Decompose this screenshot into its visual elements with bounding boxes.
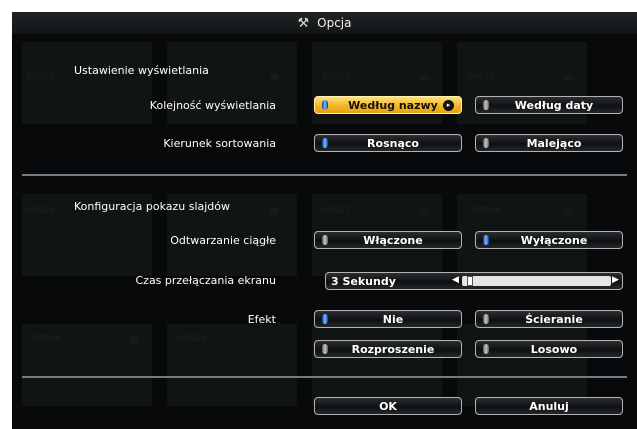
section-slideshow: Konfiguracja pokazu slajdów [74,200,231,213]
indicator-off-icon [483,344,489,354]
sort-by-name-button[interactable]: Według nazwy ▸ [314,96,462,114]
effect-none-button[interactable]: Nie [314,310,462,328]
display-order-label: Kolejność wyświetlania [149,99,276,112]
indicator-off-icon [322,235,328,245]
continuous-play-label: Odtwarzanie ciągłe [170,234,276,247]
indicator-off-icon [483,100,489,110]
divider [22,174,627,176]
title-bar: ⚒ Opcja [12,12,637,34]
divider [22,376,627,378]
ok-button[interactable]: OK [314,397,462,415]
indicator-off-icon [483,138,489,148]
repeat-off-button[interactable]: Wyłączone [475,231,623,249]
indicator-on-icon [322,100,328,110]
slider-track[interactable] [462,276,611,286]
cancel-button[interactable]: Anuluj [475,397,623,415]
indicator-off-icon [322,344,328,354]
effect-wipe-button[interactable]: Ścieranie [475,310,623,328]
slider-handle[interactable] [467,276,473,286]
arrow-left-icon[interactable]: ◀ [452,275,459,285]
indicator-on-icon [322,314,328,324]
effect-dissolve-button[interactable]: Rozproszenie [314,340,462,358]
repeat-on-button[interactable]: Włączone [314,231,462,249]
sort-direction-label: Kierunek sortowania [163,137,276,150]
options-dialog: 00013 00013 00015 00015 00017 00016 0001… [12,12,637,429]
wrench-screwdriver-icon: ⚒ [297,15,310,31]
section-display-settings: Ustawienie wyświetlania [74,64,209,77]
descending-button[interactable]: Malejąco [475,134,623,152]
ascending-button[interactable]: Rosnąco [314,134,462,152]
arrow-right-icon[interactable]: ▶ [612,275,619,285]
switch-time-value: 3 Sekundy [331,275,396,288]
indicator-on-icon [322,138,328,148]
sort-by-date-button[interactable]: Według daty [475,96,623,114]
effect-label: Efekt [247,313,276,326]
effect-random-button[interactable]: Losowo [475,340,623,358]
indicator-off-icon [483,314,489,324]
switch-time-label: Czas przełączania ekranu [135,274,276,287]
pointer-cursor-icon: ▸ [443,100,454,111]
dialog-title: Opcja [317,16,352,30]
switch-time-slider[interactable]: 3 Sekundy ◀ ▶ [325,272,623,290]
indicator-on-icon [483,235,489,245]
